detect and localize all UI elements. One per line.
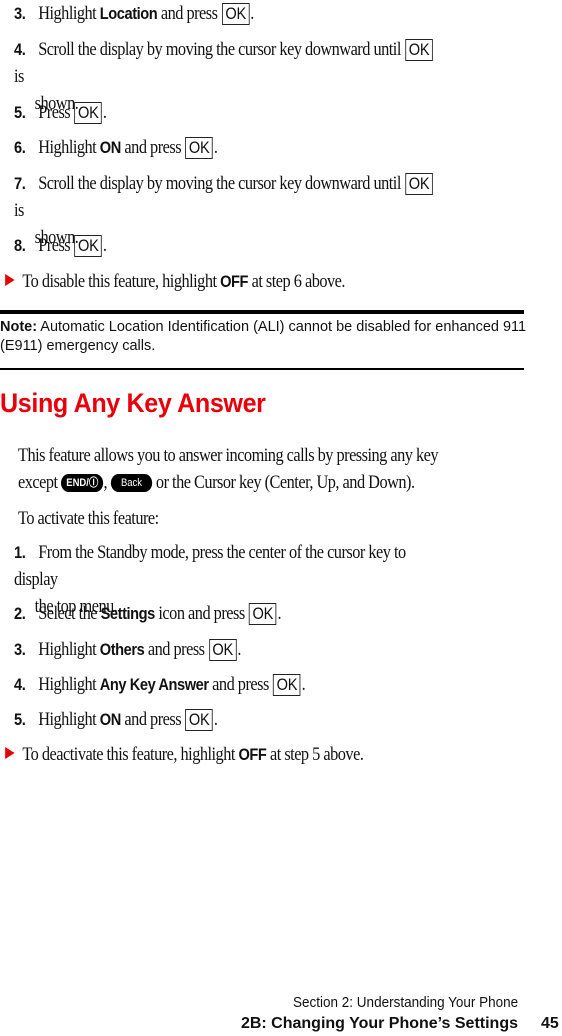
bullet-triangle-icon: [5, 747, 15, 759]
punct: ,: [103, 472, 108, 493]
ok-key-icon: OK: [208, 639, 237, 661]
step-text: Highlight: [38, 639, 97, 660]
punct: .: [250, 3, 254, 24]
note-top-rule: [0, 310, 524, 314]
note-label: Note:: [0, 319, 38, 335]
step-text: icon and press: [158, 603, 245, 624]
step-text: Scroll the display by moving the cursor …: [38, 39, 401, 60]
activate-label: To activate this feature:: [18, 508, 159, 529]
step-6-highlight-on: 6. Highlight ON and press OK.: [14, 134, 444, 161]
intro-text: or the Cursor key (Center, Up, and Down)…: [155, 472, 415, 493]
step-2-settings: 2. Select the Settings icon and press OK…: [14, 600, 444, 627]
intro-text: except: [18, 472, 58, 493]
tip-text: at step 6 above.: [251, 271, 346, 292]
intro-paragraph: This feature allows you to answer incomi…: [18, 442, 500, 496]
step-number: 1.: [14, 543, 26, 562]
ok-key-icon: OK: [74, 102, 103, 124]
punct: .: [213, 709, 218, 730]
step-5-highlight-on: 5. Highlight ON and press OK.: [14, 706, 444, 733]
step-text: is: [14, 66, 24, 87]
intro-line-1: This feature allows you to answer incomi…: [18, 445, 439, 466]
step-text: Scroll the display by moving the cursor …: [38, 173, 401, 194]
step-4-any-key-answer: 4. Highlight Any Key Answer and press OK…: [14, 671, 444, 698]
punct: .: [301, 674, 306, 695]
menu-item-off: OFF: [238, 745, 267, 764]
step-number: 2.: [14, 604, 26, 623]
punct: .: [102, 235, 107, 256]
step-number: 3.: [14, 640, 26, 659]
ok-key-icon: OK: [405, 39, 433, 61]
step-text: and press: [147, 639, 205, 660]
note-bottom-rule: [0, 368, 524, 370]
step-number: 5.: [14, 710, 26, 729]
step-text: Highlight: [38, 674, 97, 695]
section-heading: Using Any Key Answer: [0, 388, 266, 418]
step-8-press-ok: 8. Press OK.: [14, 232, 444, 259]
ok-key-icon: OK: [405, 173, 433, 195]
step-number: 7.: [14, 174, 26, 193]
menu-item-location: Location: [99, 4, 158, 23]
ok-key-icon: OK: [185, 709, 213, 731]
step-3-highlight-location: 3. Highlight Location and press OK.: [14, 0, 444, 27]
page-number: 45: [541, 1015, 559, 1032]
menu-item-others: Others: [99, 640, 145, 659]
punct: .: [213, 137, 218, 158]
step-text: and press: [124, 709, 182, 730]
end-power-key-icon: END/Ⓘ: [61, 474, 104, 492]
step-text: Press: [38, 235, 71, 256]
footer-section-title: Section 2: Understanding Your Phone: [292, 994, 518, 1011]
ok-key-icon: OK: [185, 137, 213, 159]
step-text: Select the: [38, 603, 98, 624]
step-text: Highlight: [38, 709, 97, 730]
step-text: Highlight: [38, 137, 97, 158]
menu-item-any-key-answer: Any Key Answer: [99, 675, 209, 694]
tip-text: To disable this feature, highlight: [22, 271, 217, 292]
note-text: Automatic Location Identification (ALI) …: [0, 319, 527, 354]
menu-item-on: ON: [99, 138, 121, 157]
step-number: 5.: [14, 103, 26, 122]
back-key-icon: Back: [110, 474, 153, 492]
step-number: 6.: [14, 138, 26, 157]
ok-key-icon: OK: [273, 674, 301, 696]
tip-deactivate: To deactivate this feature, highlight OF…: [0, 741, 430, 768]
step-number: 4.: [14, 40, 26, 59]
menu-item-on: ON: [99, 710, 121, 729]
step-text: From the Standby mode, press the center …: [14, 542, 406, 590]
ok-key-icon: OK: [249, 603, 277, 625]
ok-key-icon: OK: [221, 3, 250, 25]
step-text: Press: [38, 102, 71, 123]
step-text: is: [14, 200, 24, 221]
step-text: and press: [212, 674, 269, 695]
bullet-triangle-icon: [5, 274, 15, 286]
step-number: 4.: [14, 675, 26, 694]
menu-item-off: OFF: [220, 272, 249, 291]
ok-key-icon: OK: [74, 235, 103, 257]
step-text: and press: [160, 3, 218, 24]
step-text: and press: [124, 137, 182, 158]
note-box: Note: Automatic Location Identification …: [0, 318, 540, 356]
punct: .: [237, 639, 241, 660]
step-5-press-ok: 5. Press OK.: [14, 99, 444, 126]
tip-text: To deactivate this feature, highlight: [22, 744, 235, 765]
step-number: 8.: [14, 236, 26, 255]
punct: .: [277, 603, 282, 624]
step-text: Highlight: [38, 3, 97, 24]
footer-chapter-title: 2B: Changing Your Phone’s Settings: [240, 1015, 518, 1032]
tip-disable: To disable this feature, highlight OFF a…: [0, 268, 430, 295]
menu-item-settings: Settings: [100, 604, 156, 623]
punct: .: [102, 102, 107, 123]
tip-text: at step 5 above.: [269, 744, 364, 765]
step-number: 3.: [14, 4, 26, 23]
step-3-others: 3. Highlight Others and press OK.: [14, 636, 444, 663]
